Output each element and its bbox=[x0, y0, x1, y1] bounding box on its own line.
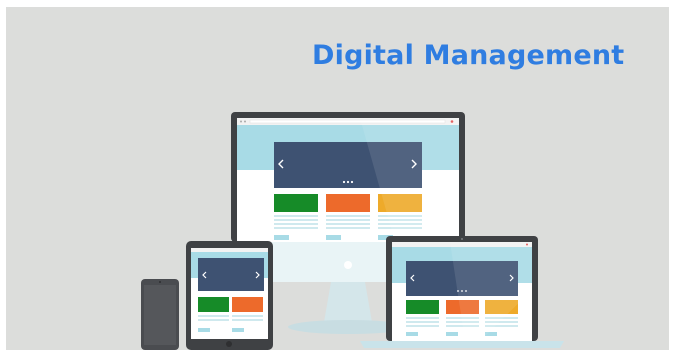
monitor-stand-neck bbox=[324, 282, 372, 322]
pager-dot bbox=[346, 180, 350, 184]
card-orange bbox=[232, 297, 263, 312]
laptop-base bbox=[360, 341, 564, 348]
illustration-stage: Digital Management bbox=[0, 0, 678, 358]
card-green bbox=[406, 300, 439, 314]
smartphone bbox=[141, 279, 179, 350]
tablet-hero-slide bbox=[198, 258, 264, 291]
monitor-power-icon bbox=[344, 261, 352, 269]
pager-dot bbox=[342, 180, 346, 184]
tablet-home-button bbox=[226, 341, 232, 347]
phone-screen bbox=[144, 285, 176, 345]
browser-dot-icon bbox=[244, 120, 246, 123]
browser-dot-icon bbox=[240, 120, 242, 123]
phone-camera-icon bbox=[159, 281, 161, 283]
laptop-camera-icon bbox=[461, 238, 463, 240]
card-green bbox=[198, 297, 229, 312]
pager-dot bbox=[350, 180, 354, 184]
card-green bbox=[274, 194, 318, 212]
laptop bbox=[360, 236, 564, 348]
devices-illustration bbox=[141, 112, 564, 350]
tablet-browser-toolbar bbox=[191, 248, 268, 252]
card-orange bbox=[326, 194, 370, 212]
tablet bbox=[186, 241, 273, 350]
